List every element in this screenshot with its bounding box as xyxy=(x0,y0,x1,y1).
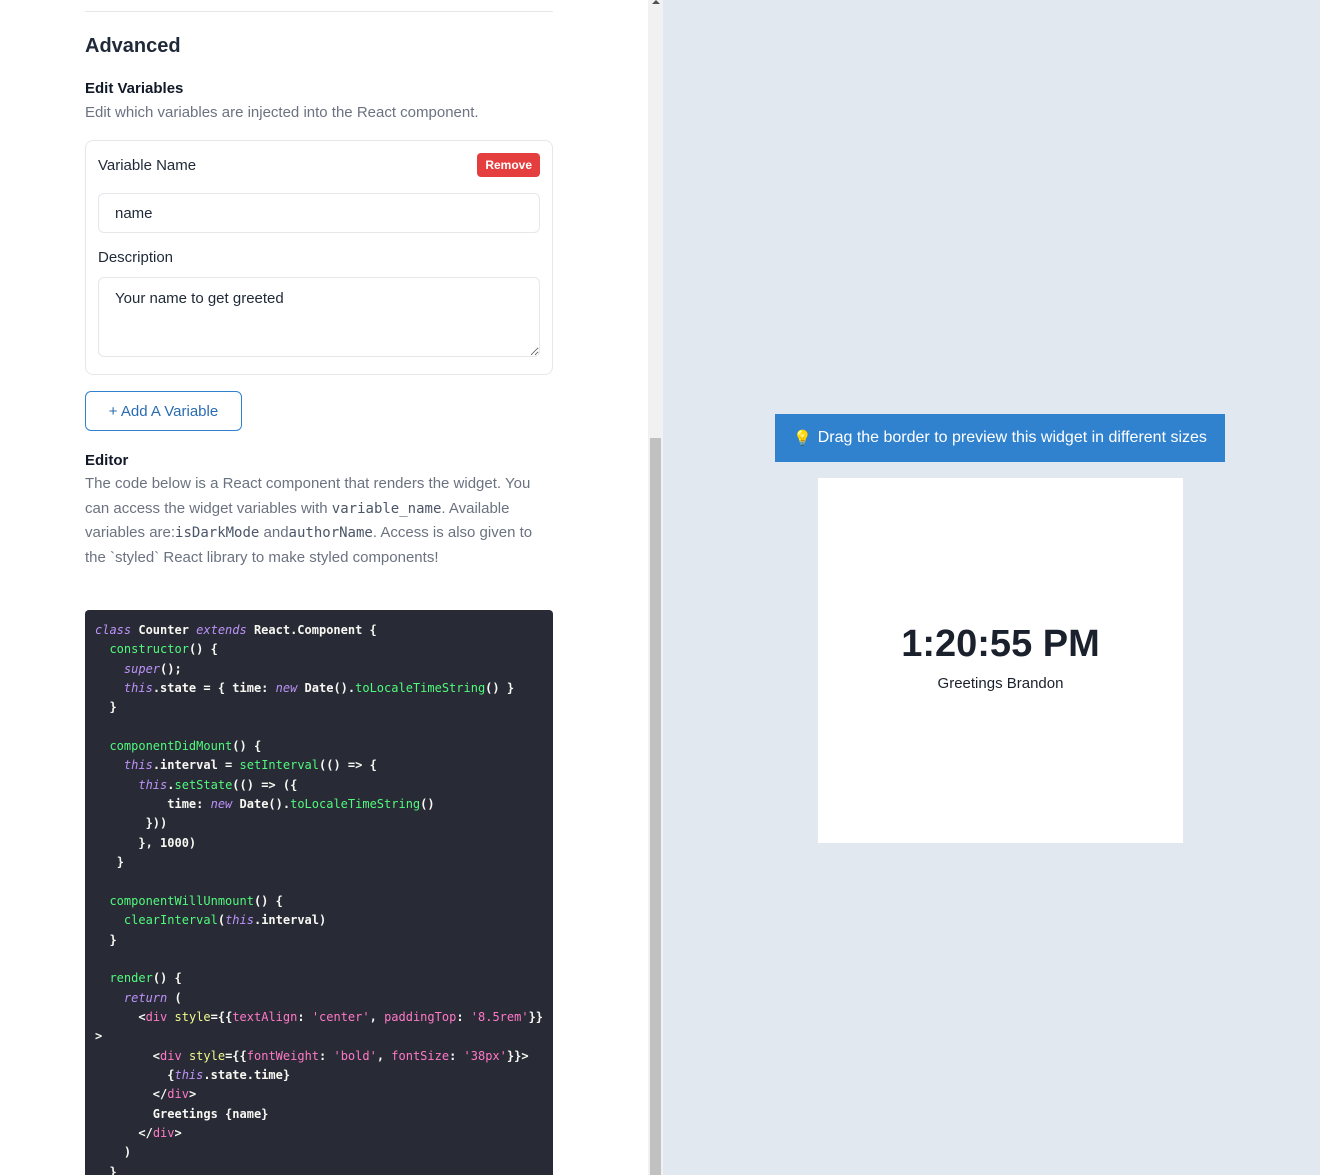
resize-hint-banner: 💡 Drag the border to preview this widget… xyxy=(775,414,1225,462)
editor-desc-text: and xyxy=(259,524,289,541)
author-name-code: authorName xyxy=(288,525,373,541)
lightbulb-icon: 💡 xyxy=(793,430,812,447)
add-variable-button[interactable]: + Add A Variable xyxy=(85,391,242,431)
settings-pane: Advanced Edit Variables Edit which varia… xyxy=(0,0,648,1175)
divider xyxy=(85,11,553,12)
scroll-up-arrow-icon[interactable] xyxy=(652,0,660,4)
variable-name-label: Variable Name xyxy=(98,157,197,174)
greeting-text: Greetings Brandon xyxy=(937,675,1064,692)
variable-description-textarea[interactable]: Your name to get greeted xyxy=(98,277,540,357)
variable-card: Variable Name Remove Description Your na… xyxy=(85,140,553,375)
edit-variables-description: Edit which variables are injected into t… xyxy=(85,104,479,121)
editor-description: The code below is a React component that… xyxy=(85,472,535,570)
scrollbar[interactable] xyxy=(648,0,663,1175)
advanced-heading: Advanced xyxy=(85,35,181,57)
remove-variable-button[interactable]: Remove xyxy=(477,153,540,177)
is-dark-mode-code: isDarkMode xyxy=(175,525,260,541)
widget-preview[interactable]: 1:20:55 PM Greetings Brandon xyxy=(818,478,1183,843)
edit-variables-heading: Edit Variables xyxy=(85,80,184,97)
variable-name-code: variable_name xyxy=(331,500,442,517)
editor-heading: Editor xyxy=(85,452,129,469)
variable-name-input[interactable] xyxy=(98,193,540,233)
description-label: Description xyxy=(98,249,174,266)
code-editor[interactable]: class Counter extends React.Component { … xyxy=(85,610,553,1175)
resize-hint-text: Drag the border to preview this widget i… xyxy=(817,429,1207,446)
preview-pane: 💡 Drag the border to preview this widget… xyxy=(663,0,1320,1175)
clock-time: 1:20:55 PM xyxy=(901,623,1100,665)
scrollbar-thumb[interactable] xyxy=(650,438,661,1175)
code-editor-content[interactable]: class Counter extends React.Component { … xyxy=(95,621,543,1175)
